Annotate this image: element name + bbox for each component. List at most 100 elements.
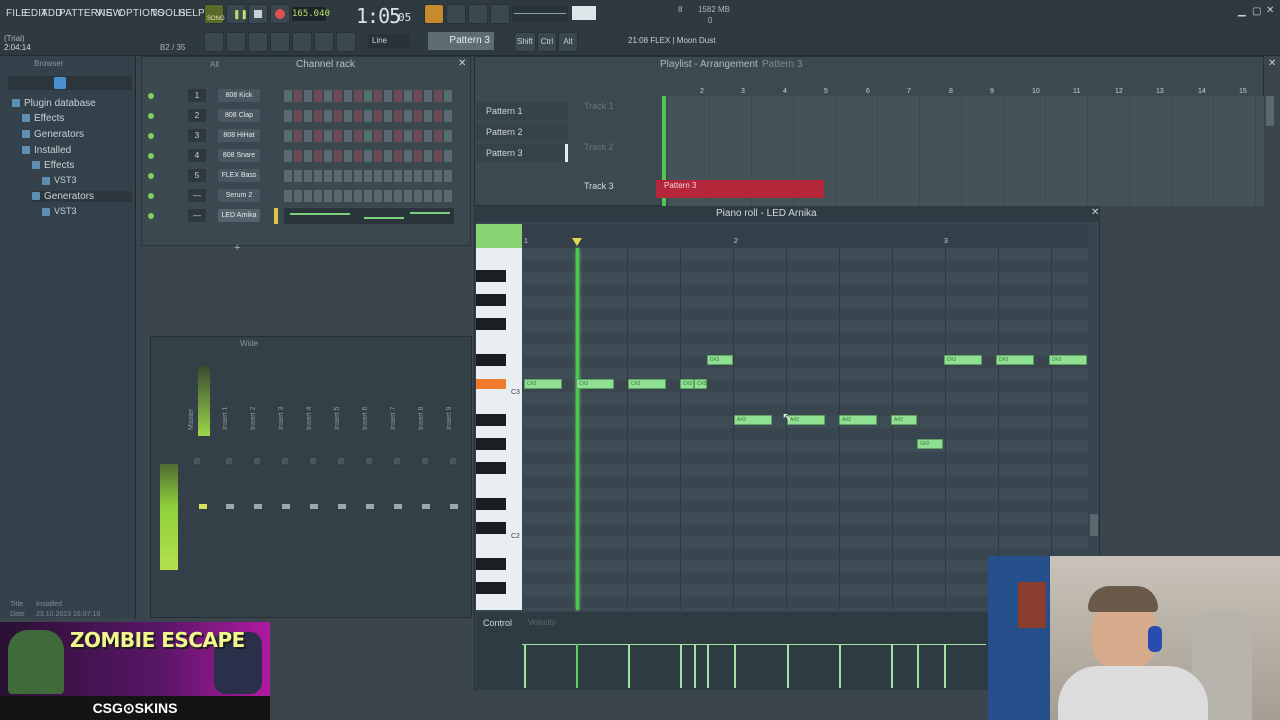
step-sequencer[interactable]	[284, 190, 454, 202]
velocity-bar[interactable]	[734, 644, 736, 688]
note[interactable]: D#3	[707, 355, 733, 365]
note[interactable]: C#3	[576, 379, 614, 389]
step-sequencer[interactable]	[284, 150, 454, 162]
black-key[interactable]	[476, 498, 506, 510]
browser-button[interactable]	[314, 32, 334, 52]
velocity-bar[interactable]	[787, 644, 789, 688]
mixer-strip-insert[interactable]: Insert 3	[276, 350, 296, 614]
tree-generators[interactable]: Generators	[22, 129, 84, 140]
mixer-strip-insert[interactable]: Insert 4	[304, 350, 324, 614]
step-sequencer[interactable]	[284, 110, 454, 122]
snap-mode-select[interactable]: Line	[368, 34, 410, 48]
song-mode-toggle[interactable]: SONG	[204, 4, 225, 24]
volume-fader[interactable]	[254, 504, 262, 509]
active-key[interactable]	[476, 379, 506, 389]
pan-knob[interactable]	[280, 456, 290, 466]
pan-knob[interactable]	[308, 456, 318, 466]
velocity-bar[interactable]	[680, 644, 682, 688]
mixer-strip-insert[interactable]: Insert 6	[360, 350, 380, 614]
alt-key-button[interactable]: Alt	[558, 32, 578, 52]
browser-filter-icon[interactable]	[54, 77, 66, 89]
pan-knob[interactable]	[224, 456, 234, 466]
black-key[interactable]	[476, 354, 506, 366]
note[interactable]: D#3	[944, 355, 982, 365]
piano-roll-ruler[interactable]: 1 2 3	[522, 224, 1088, 248]
pan-knob[interactable]	[336, 456, 346, 466]
countdown-button[interactable]	[446, 4, 466, 24]
volume-fader[interactable]	[310, 504, 318, 509]
tree-effects-vst3[interactable]: VST3	[42, 175, 77, 185]
track-label[interactable]: Track 1	[584, 101, 614, 111]
volume-fader[interactable]	[394, 504, 402, 509]
channel-mute-led[interactable]	[148, 173, 154, 179]
playlist-pattern-item-selected[interactable]: Pattern 3	[476, 144, 568, 162]
velocity-bar[interactable]	[524, 644, 526, 688]
note[interactable]: A#2	[734, 415, 772, 425]
piano-roll-pattern-handle[interactable]	[476, 224, 522, 248]
channel-row[interactable]: 4 808 Snare	[146, 148, 460, 164]
step-sequencer[interactable]	[284, 90, 454, 102]
velocity-bar[interactable]	[839, 644, 841, 688]
volume-fader[interactable]	[422, 504, 430, 509]
volume-fader[interactable]	[226, 504, 234, 509]
playlist-pattern-item[interactable]: Pattern 1	[476, 102, 568, 120]
volume-fader[interactable]	[450, 504, 458, 509]
velocity-bar[interactable]	[694, 644, 696, 688]
tree-installed-generators[interactable]: Generators	[32, 191, 132, 202]
velocity-bar[interactable]	[628, 644, 630, 688]
pan-knob[interactable]	[448, 456, 458, 466]
note[interactable]: D#3	[996, 355, 1034, 365]
typing-keyboard-button[interactable]	[424, 4, 444, 24]
mixer-strip-insert[interactable]: Insert 1	[220, 350, 240, 614]
tree-generators-vst3[interactable]: VST3	[42, 206, 77, 216]
channel-rack-button[interactable]	[270, 32, 290, 52]
plugin-picker-button[interactable]	[336, 32, 356, 52]
loop-record-button[interactable]	[490, 4, 510, 24]
playlist-scrollbar[interactable]	[1266, 96, 1274, 126]
tree-plugin-database[interactable]: Plugin database	[12, 98, 96, 109]
channel-name-button[interactable]: LED Arnika	[218, 209, 260, 222]
black-key[interactable]	[476, 558, 506, 570]
minimize-icon[interactable]: ▁	[1238, 6, 1246, 17]
pause-button[interactable]: ❚❚	[226, 4, 248, 24]
piano-roll-button[interactable]	[248, 32, 268, 52]
note[interactable]: C#3	[694, 379, 707, 389]
mixer-strip-insert[interactable]: Insert 5	[332, 350, 352, 614]
channel-mixer-number[interactable]: 1	[188, 89, 206, 102]
volume-fader[interactable]	[282, 504, 290, 509]
pan-knob[interactable]	[192, 456, 202, 466]
pan-knob[interactable]	[392, 456, 402, 466]
playlist-close-icon[interactable]: ✕	[1268, 58, 1276, 69]
channel-rack-close-icon[interactable]: ✕	[458, 58, 466, 69]
master-pitch-slider[interactable]	[572, 6, 596, 20]
velocity-bar[interactable]	[891, 644, 893, 688]
velocity-bar[interactable]	[944, 644, 946, 688]
channel-name-button[interactable]: 808 HiHat	[218, 129, 260, 142]
record-button[interactable]	[270, 4, 290, 24]
playhead-marker[interactable]	[572, 238, 582, 246]
piano-keyboard[interactable]: C3 C2	[476, 248, 522, 610]
piano-roll-scrollbar[interactable]	[1090, 514, 1098, 536]
tree-installed-effects[interactable]: Effects	[32, 160, 74, 171]
channel-mute-led[interactable]	[148, 93, 154, 99]
maximize-icon[interactable]: ▢	[1252, 6, 1261, 17]
blend-notes-button[interactable]	[468, 4, 488, 24]
add-channel-icon[interactable]: +	[234, 242, 240, 254]
mixer-strip-insert[interactable]: Insert 7	[388, 350, 408, 614]
piano-roll-preview[interactable]	[284, 208, 454, 224]
black-key[interactable]	[476, 582, 506, 594]
shift-key-button[interactable]: Shift	[514, 32, 536, 52]
mixer-button[interactable]	[292, 32, 312, 52]
velocity-bar[interactable]	[576, 644, 578, 688]
note[interactable]: A#2	[891, 415, 917, 425]
channel-row[interactable]: — Serum 2	[146, 188, 460, 204]
channel-mixer-number[interactable]: 4	[188, 149, 206, 162]
channel-row[interactable]: 2 808 Clap	[146, 108, 460, 124]
note[interactable]: A#2	[839, 415, 877, 425]
step-sequencer[interactable]	[284, 170, 454, 182]
channel-name-button[interactable]: FLEX Bass	[218, 169, 260, 182]
channel-mixer-number[interactable]: 5	[188, 169, 206, 182]
playlist-ruler[interactable]: 2 3 4 5 6 7 8 9 10 11 12 13 14 15	[668, 88, 1264, 98]
snap-button[interactable]	[204, 32, 224, 52]
playlist-pattern-item[interactable]: Pattern 2	[476, 123, 568, 141]
